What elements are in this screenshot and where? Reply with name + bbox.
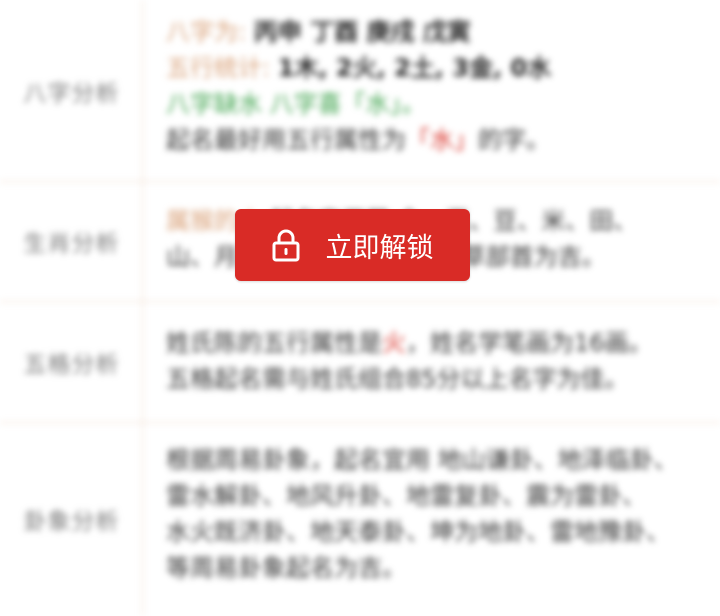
analysis-table: 八字分析 八字为: 丙申 丁酉 庚戌 戊寅 五行统计: 1木, 2火, 2土, … — [0, 0, 720, 616]
wuge-suffix: ，姓名学笔画为16画。 — [406, 329, 653, 357]
unlock-label: 立即解锁 — [325, 232, 434, 264]
bazi-value: 丙申 丁酉 庚戌 戊寅 — [253, 18, 471, 46]
wuxing-key: 五行统计: — [166, 54, 271, 82]
row-hexagram: 卦象分析 根据周易卦象，起名宜用 地山谦卦、地泽临卦、 雷水解卦、地风升卦、地雷… — [0, 422, 720, 616]
advice-prefix: 起名最好用五行属性为 — [166, 126, 406, 154]
hexagram-line-3: 水火既济卦、地天泰卦、坤为地卦、雷地豫卦、 — [166, 518, 670, 546]
row-label-wuge: 五格分析 — [23, 351, 120, 378]
row-label-bazi: 八字分析 — [23, 80, 120, 107]
hexagram-line-4: 等周易卦象起名为吉。 — [166, 554, 406, 582]
bazi-line: 八字为: 丙申 丁酉 庚戌 戊寅 — [166, 14, 702, 50]
advice-suffix: 的字。 — [478, 126, 550, 154]
wuge-prefix: 姓氏陈的五行属性是 — [166, 329, 382, 357]
row-content-bazi: 八字为: 丙申 丁酉 庚戌 戊寅 五行统计: 1木, 2火, 2土, 3金, 0… — [166, 14, 702, 158]
wuge-element: 火 — [382, 329, 406, 357]
wuge-line-1: 姓氏陈的五行属性是火，姓名学笔画为16画。 — [166, 325, 702, 361]
lock-icon — [272, 228, 300, 262]
hexagram-line-1: 根据周易卦象，起名宜用 地山谦卦、地泽临卦、 — [166, 446, 678, 474]
hexagram-line-2: 雷水解卦、地风升卦、地雷复卦、震为雷卦、 — [166, 482, 646, 510]
row-wuge: 五格分析 姓氏陈的五行属性是火，姓名学笔画为16画。 五格起名需与姓氏组合85分… — [0, 301, 720, 423]
advice-element: 「水」 — [406, 126, 478, 154]
wuxing-value: 1木, 2火, 2土, 3金, 0水 — [277, 54, 552, 82]
wuge-line-2: 五格起名需与姓氏组合85分以上名字为佳。 — [166, 365, 629, 393]
row-content-hexagram: 根据周易卦象，起名宜用 地山谦卦、地泽临卦、 雷水解卦、地风升卦、地雷复卦、震为… — [166, 442, 702, 586]
naming-advice-line: 起名最好用五行属性为「水」的字。 — [166, 122, 702, 158]
wuxing-line: 五行统计: 1木, 2火, 2土, 3金, 0水 — [166, 50, 702, 86]
bazi-key: 八字为: — [166, 18, 247, 46]
missing-element-line: 八字缺水 八字喜「水」。 — [166, 90, 426, 118]
row-label-hexagram: 卦象分析 — [23, 509, 120, 535]
row-content-wuge: 姓氏陈的五行属性是火，姓名学笔画为16画。 五格起名需与姓氏组合85分以上名字为… — [166, 325, 702, 397]
unlock-button[interactable]: 立即解锁 — [235, 209, 470, 281]
row-bazi: 八字分析 八字为: 丙申 丁酉 庚戌 戊寅 五行统计: 1木, 2火, 2土, … — [0, 0, 720, 182]
row-label-zodiac: 生肖分析 — [23, 231, 120, 257]
